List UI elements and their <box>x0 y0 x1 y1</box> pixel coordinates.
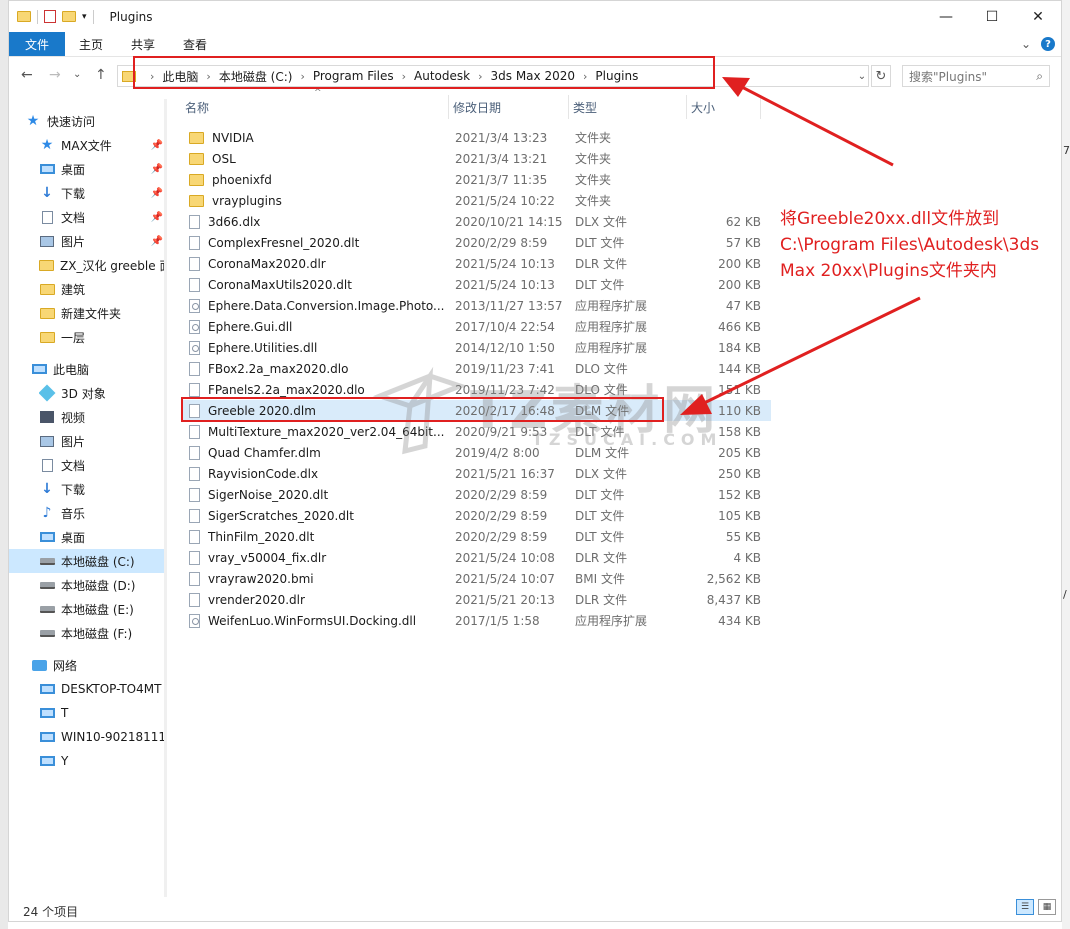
annotation-text: 将Greeble20xx.dll文件放到C:\Program Files\Aut… <box>780 209 1040 281</box>
annotation-arrow-file <box>699 296 921 407</box>
annotation-arrowhead-address <box>722 77 750 97</box>
annotation-arrows <box>680 77 921 415</box>
background-fragment: / <box>1063 588 1067 601</box>
background-fragment: 7 <box>1063 144 1070 157</box>
annotation-arrow-address <box>737 83 894 167</box>
annotation-arrowhead-file <box>680 394 712 415</box>
